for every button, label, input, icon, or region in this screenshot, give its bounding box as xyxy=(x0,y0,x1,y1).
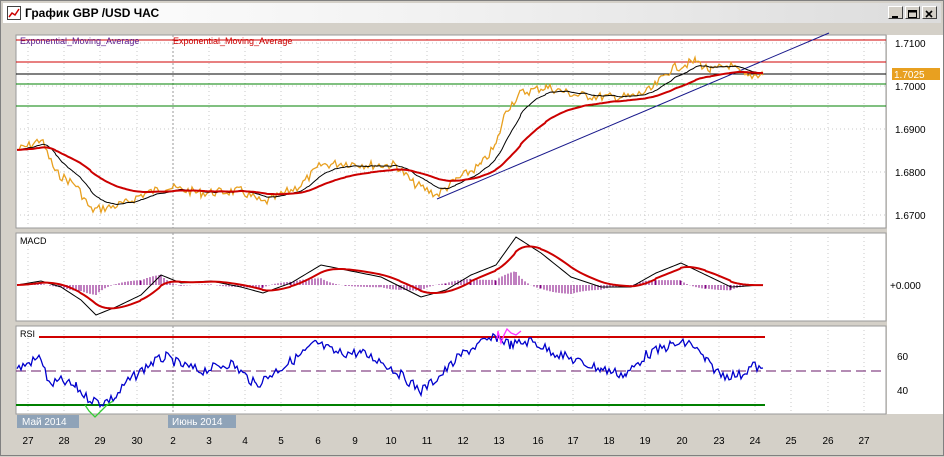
day-label: 27 xyxy=(22,436,34,447)
day-label: 17 xyxy=(567,436,579,447)
y-tick-1.6900: 1.6900 xyxy=(895,125,926,136)
chart-window: График GBP /USD ЧАС Exponential_Moving_A… xyxy=(0,0,944,456)
rsi-tick-60: 60 xyxy=(897,352,909,363)
window-title: График GBP /USD ЧАС xyxy=(25,6,160,20)
macd-label: MACD xyxy=(20,236,47,246)
current-price-value: 1.7025 xyxy=(894,70,925,81)
macd-zero-tick: +0.000 xyxy=(890,281,921,292)
day-label: 16 xyxy=(532,436,544,447)
close-icon xyxy=(925,10,933,18)
day-axis: 27 28 29 30 2 3 4 5 6 9 10 11 12 13 16 17 18 19 20 23 24 25 26… xyxy=(22,436,870,447)
day-label: 5 xyxy=(278,436,284,447)
day-label: 30 xyxy=(131,436,143,447)
day-label: 4 xyxy=(242,436,248,447)
day-label: 2 xyxy=(170,436,176,447)
month-label-june: Июнь 2014 xyxy=(172,417,223,428)
maximize-icon xyxy=(908,10,917,18)
day-label: 28 xyxy=(58,436,70,447)
ema-label-1: Exponential_Moving_Average xyxy=(20,36,139,46)
y-tick-1.6700: 1.6700 xyxy=(895,211,926,222)
day-label: 12 xyxy=(457,436,469,447)
day-label: 20 xyxy=(676,436,688,447)
chart-app-icon xyxy=(7,6,21,20)
minimize-icon xyxy=(892,16,898,18)
y-tick-1.7000: 1.7000 xyxy=(895,82,926,93)
y-tick-1.6800: 1.6800 xyxy=(895,168,926,179)
day-label: 18 xyxy=(603,436,615,447)
chart-canvas[interactable]: Exponential_Moving_Average Exponential_M… xyxy=(1,25,944,457)
day-label: 9 xyxy=(352,436,358,447)
day-label: 24 xyxy=(749,436,761,447)
day-label: 11 xyxy=(422,436,433,447)
rsi-label: RSI xyxy=(20,329,35,339)
rsi-tick-40: 40 xyxy=(897,386,909,397)
title-bar[interactable]: График GBP /USD ЧАС xyxy=(3,3,941,23)
day-label: 27 xyxy=(858,436,870,447)
ema-label-2: Exponential_Moving_Average xyxy=(173,36,292,46)
maximize-button[interactable] xyxy=(905,6,920,19)
minimize-button[interactable] xyxy=(888,6,903,19)
day-label: 6 xyxy=(315,436,321,447)
day-label: 26 xyxy=(822,436,834,447)
close-button[interactable] xyxy=(922,6,937,19)
day-label: 3 xyxy=(206,436,212,447)
y-tick-1.7100: 1.7100 xyxy=(895,39,926,50)
day-label: 29 xyxy=(94,436,106,447)
month-label-may: Май 2014 xyxy=(22,417,67,428)
day-label: 23 xyxy=(713,436,725,447)
day-label: 25 xyxy=(785,436,797,447)
day-label: 19 xyxy=(639,436,651,447)
day-label: 13 xyxy=(493,436,505,447)
day-label: 10 xyxy=(385,436,397,447)
